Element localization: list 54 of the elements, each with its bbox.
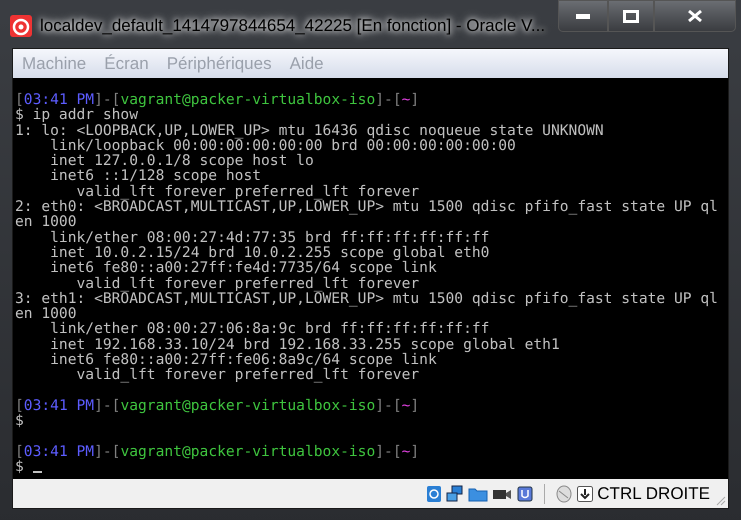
terminal-line: link/ether 08:00:27:06:8a:9c brd ff:ff:ff:ff:ff:ff bbox=[49, 320, 490, 338]
close-icon bbox=[687, 9, 703, 23]
prompt-text: 03:41 PM bbox=[24, 396, 94, 414]
prompt-text: 03:41 PM bbox=[24, 91, 94, 108]
prompt-text: ~ bbox=[402, 91, 410, 108]
terminal-line: $ bbox=[15, 412, 24, 430]
prompt-text: ]-[ bbox=[375, 91, 402, 108]
terminal-line: inet6 ::1/128 scope host bbox=[49, 167, 262, 184]
prompt-text: [ bbox=[15, 91, 24, 108]
prompt-text: ] bbox=[410, 91, 420, 108]
down-arrow-icon bbox=[577, 486, 594, 502]
prompt-text: vagrant@packer-virtualbox-iso bbox=[120, 442, 376, 460]
prompt-text: ]-[ bbox=[94, 396, 120, 414]
host-key-label: CTRL DROITE bbox=[597, 482, 710, 505]
minimize-icon bbox=[576, 14, 590, 18]
prompt-text: 03:41 PM bbox=[24, 442, 94, 460]
app-logo-icon bbox=[10, 15, 32, 37]
prompt-text: ]-[ bbox=[375, 396, 402, 414]
prompt-text: ] bbox=[410, 396, 420, 414]
folder-icon bbox=[468, 486, 488, 502]
terminal-line: en 1000 bbox=[15, 305, 77, 322]
resize-grip-icon[interactable] bbox=[716, 496, 726, 506]
chip-icon bbox=[516, 484, 534, 502]
prompt-text: [ bbox=[15, 442, 24, 460]
minimize-button[interactable] bbox=[558, 0, 608, 32]
terminal-line: 2: eth0: <BROADCAST,MULTICAST,UP,LOWER_UP> mtu 1500 qdisc pfifo_fast state UP ql bbox=[15, 198, 718, 216]
terminal-line: inet 192.168.33.10/24 brd 192.168.33.255 scope global eth1 bbox=[49, 336, 560, 353]
terminal-line: valid_lft forever preferred_lft forever bbox=[76, 182, 420, 200]
prompt-text: vagrant@packer-virtualbox-iso bbox=[120, 396, 376, 414]
prompt-text: vagrant@packer-virtualbox-iso bbox=[120, 91, 376, 108]
maximize-icon bbox=[623, 10, 639, 22]
terminal-line: valid_lft forever preferred_lft forever bbox=[76, 366, 420, 384]
prompt-text: [ bbox=[15, 396, 24, 414]
network-icon bbox=[446, 484, 464, 502]
mouse-icon bbox=[555, 484, 574, 502]
terminal-line: inet6 fe80::a00:27ff:fe4d:7735/64 scope link bbox=[49, 259, 437, 276]
prompt-text: ~ bbox=[402, 442, 410, 460]
prompt-text: ]-[ bbox=[94, 91, 120, 108]
prompt-symbol: $ bbox=[15, 459, 24, 474]
terminal-line: $ ip addr show bbox=[15, 106, 138, 124]
terminal-line: valid_lft forever preferred_lft forever bbox=[76, 274, 420, 292]
terminal-line: inet 10.0.2.15/24 brd 10.0.2.255 scope global eth0 bbox=[49, 244, 490, 261]
window-title: localdev_default_1414797844654_42225 [En fonction] - Oracle V... bbox=[40, 15, 546, 37]
prompt-text: ]-[ bbox=[94, 442, 120, 460]
prompt-text: ] bbox=[410, 442, 420, 460]
terminal-line: en 1000 bbox=[15, 213, 77, 230]
terminal-line: 1: lo: <LOOPBACK,UP,LOWER_UP> mtu 16436 qdisc noqueue state UNKNOWN bbox=[15, 122, 604, 139]
terminal-line: link/ether 08:00:27:4d:77:35 brd ff:ff:ff:ff:ff:ff bbox=[49, 228, 490, 246]
close-button[interactable] bbox=[654, 0, 736, 32]
prompt-text: ]-[ bbox=[375, 442, 402, 460]
terminal-line: inet6 fe80::a00:27ff:fe06:8a9c/64 scope link bbox=[49, 351, 437, 368]
terminal-line: inet 127.0.0.1/8 scope host lo bbox=[49, 152, 314, 170]
prompt-text: ~ bbox=[402, 396, 410, 414]
maximize-button[interactable] bbox=[608, 0, 654, 32]
